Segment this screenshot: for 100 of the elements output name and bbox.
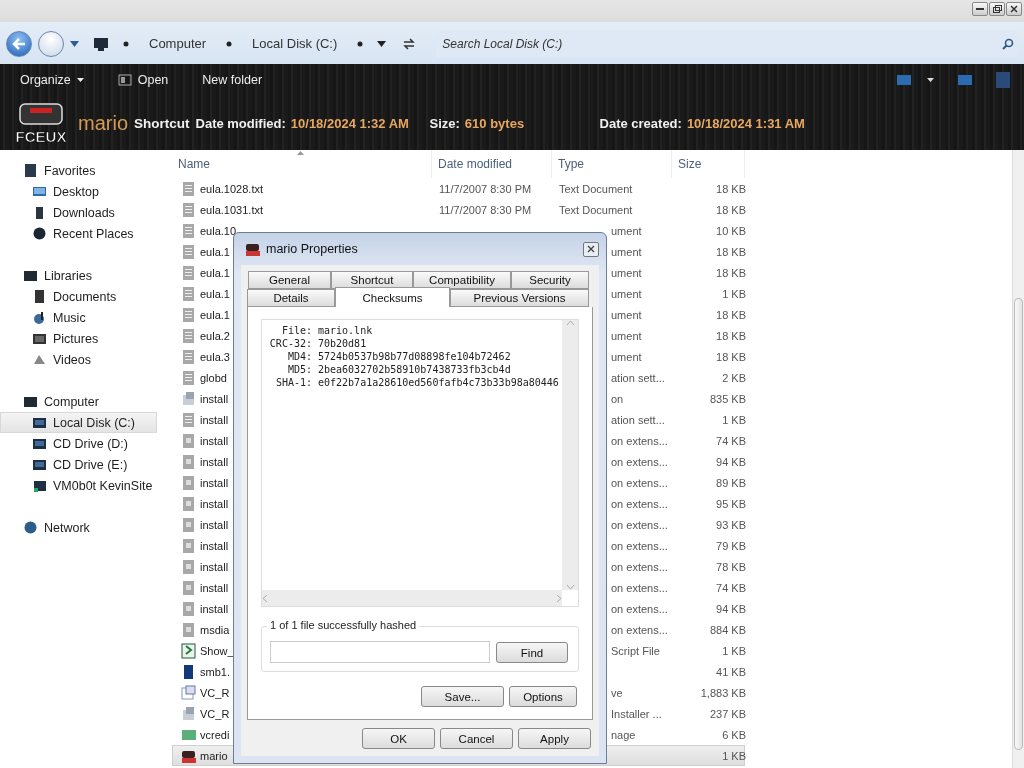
type-cell: Text Document <box>559 203 633 216</box>
hash-label: SHA-1: <box>274 376 312 389</box>
type-cell: ation sett... <box>611 371 665 384</box>
type-cell: ation sett... <box>611 413 665 426</box>
type-cell: on extens... <box>611 497 668 510</box>
size-cell-text: 2 KB <box>721 371 746 384</box>
file-name: install <box>200 476 229 489</box>
type-cell: nage <box>611 728 636 741</box>
type-cell: ument <box>611 224 642 237</box>
size-cell-text: 18 KB <box>715 203 746 216</box>
size-cell-text: 237 KB <box>708 707 746 720</box>
size-cell-text: 18 KB <box>715 245 746 258</box>
file-name: install <box>200 581 229 594</box>
file-name: install <box>200 518 229 531</box>
file-name: VC_R <box>200 686 230 699</box>
field-label: Date created: <box>599 115 682 131</box>
file-name: mario <box>78 111 128 135</box>
size-cell-text: 6 KB <box>721 728 746 741</box>
hash-value: e0f22b7a1a28610ed560fafb4c73b33b98a80446 <box>318 376 560 389</box>
type-cell: ve <box>611 686 623 699</box>
field-value: 610 bytes <box>464 115 525 131</box>
hash-label: File: <box>280 324 312 337</box>
file-name: eula.1 <box>200 245 230 258</box>
size-cell-text: 18 KB <box>715 266 746 279</box>
type-cell: on extens... <box>611 623 668 636</box>
size-cell-text: 93 KB <box>715 518 746 531</box>
file-name: install <box>200 539 229 552</box>
size-cell-text: 18 KB <box>715 308 746 321</box>
type-cell: ument <box>611 245 642 258</box>
file-name: install <box>200 392 229 405</box>
app-logo: FCEUX <box>16 100 66 146</box>
type-cell: on extens... <box>611 560 668 573</box>
type-cell: on extens... <box>611 602 668 615</box>
size-cell-text: 18 KB <box>715 329 746 342</box>
hash-label: MD5: <box>286 363 312 376</box>
size-cell-text: 74 KB <box>715 434 746 447</box>
file-name: eula.1 <box>200 287 230 300</box>
file-name: install <box>200 560 229 573</box>
file-name: Show_ <box>200 644 234 657</box>
type-cell: ument <box>611 287 642 300</box>
file-name: eula.1 <box>200 266 230 279</box>
type-cell: ument <box>611 308 642 321</box>
field-value: 10/18/2024 1:32 AM <box>290 115 409 131</box>
type-cell: on extens... <box>611 455 668 468</box>
date-cell: 11/7/2007 8:30 PM <box>439 203 532 216</box>
file-name: globd <box>200 371 227 384</box>
hash-label: MD4: <box>286 350 312 363</box>
hash-label: CRC-32: <box>268 337 312 350</box>
field-label: Date modified: <box>195 115 286 131</box>
file-name: eula.1028.txt <box>200 182 263 195</box>
file-name: install <box>200 434 229 447</box>
size-cell-text: 89 KB <box>715 476 746 489</box>
size-cell-text: 18 KB <box>715 182 746 195</box>
size-cell-text: 18 KB <box>715 350 746 363</box>
type-cell: ument <box>611 266 642 279</box>
field-value: 10/18/2024 1:31 AM <box>686 115 805 131</box>
hash-value: mario.lnk <box>318 324 374 337</box>
status-text: 1 of 1 file successfully hashed <box>267 619 420 631</box>
size-cell-text: 835 KB <box>708 392 746 405</box>
size-cell-text: 1 KB <box>721 287 746 300</box>
file-name: mario <box>200 749 228 762</box>
file-name: install <box>200 455 229 468</box>
type-cell: ument <box>611 350 642 363</box>
file-type: Shortcut <box>134 115 190 131</box>
date-cell: 11/7/2007 8:30 PM <box>439 182 532 195</box>
type-cell: Text Document <box>559 182 633 195</box>
file-name: install <box>200 413 229 426</box>
file-name: install <box>200 497 229 510</box>
hash-value: 70b20d81 <box>318 337 368 350</box>
size-cell-text: 1 KB <box>721 749 746 762</box>
type-cell: ument <box>611 329 642 342</box>
file-name: install <box>200 602 229 615</box>
file-name: eula.3 <box>200 350 230 363</box>
size-cell-text: 41 KB <box>715 665 746 678</box>
size-cell-text: 95 KB <box>715 497 746 510</box>
size-cell-text: 10 KB <box>715 224 746 237</box>
file-name: vcredi <box>200 728 230 741</box>
type-cell: on extens... <box>611 539 668 552</box>
dialog-title: mario Properties <box>266 242 358 256</box>
size-cell-text: 94 KB <box>715 455 746 468</box>
type-cell: on extens... <box>611 476 668 489</box>
type-cell: on extens... <box>611 434 668 447</box>
size-cell-text: 94 KB <box>715 602 746 615</box>
file-name: eula.1 <box>200 308 230 321</box>
type-cell: Installer ... <box>611 707 662 720</box>
type-cell: on extens... <box>611 581 668 594</box>
size-cell-text: 884 KB <box>708 623 746 636</box>
type-cell: Script File <box>611 644 660 657</box>
size-cell-text: 1 KB <box>721 644 746 657</box>
file-name: VC_R <box>200 707 230 720</box>
hash-value: 5724b0537b98b77d08898fe104b72462 <box>318 350 512 363</box>
size-cell-text: 1,883 KB <box>699 686 746 699</box>
file-name: eula.2 <box>200 329 230 342</box>
file-name: eula.1031.txt <box>200 203 263 216</box>
type-cell: on <box>611 392 624 405</box>
size-cell-text: 74 KB <box>715 581 746 594</box>
type-cell: on extens... <box>611 518 668 531</box>
file-name: smb1. <box>200 665 230 678</box>
file-name: msdia <box>200 623 230 636</box>
file-name: eula.10 <box>200 224 237 237</box>
